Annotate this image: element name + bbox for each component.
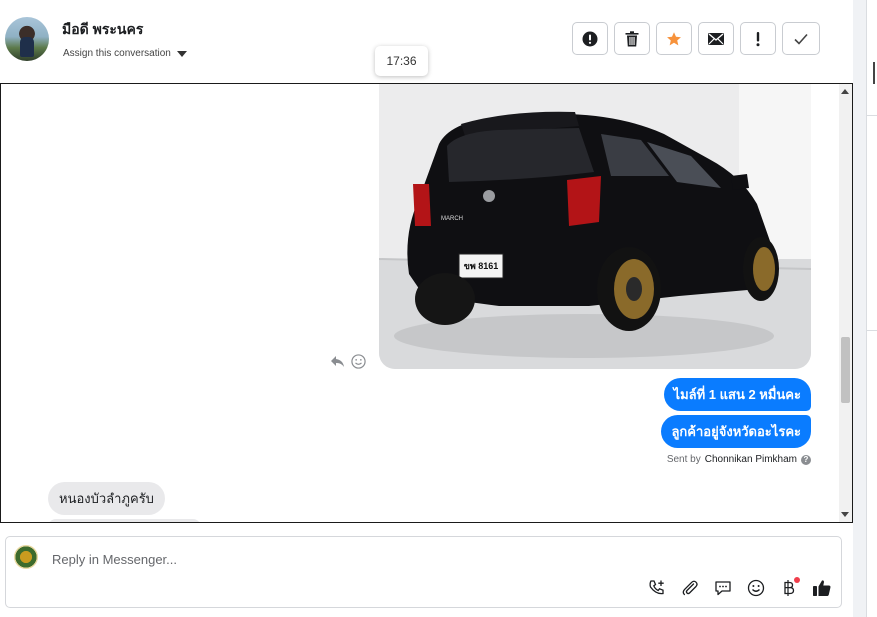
saved-reply-icon[interactable] bbox=[712, 577, 734, 599]
star-icon bbox=[667, 31, 681, 45]
reply-input[interactable] bbox=[50, 547, 814, 571]
message-timestamp-tooltip: 17:36 bbox=[375, 46, 428, 76]
mark-unread-button[interactable] bbox=[698, 22, 734, 55]
outgoing-message[interactable]: ลูกค้าอยู่จังหวัดอะไรคะ bbox=[661, 415, 811, 448]
follow-up-button[interactable] bbox=[740, 22, 776, 55]
page-logo-avatar bbox=[14, 545, 38, 569]
emoji-icon[interactable] bbox=[745, 577, 767, 599]
envelope-icon bbox=[708, 32, 724, 45]
composer-tools bbox=[646, 577, 833, 599]
mark-spam-button[interactable] bbox=[572, 22, 608, 55]
notification-dot bbox=[794, 577, 800, 583]
react-emoji-icon[interactable] bbox=[351, 354, 366, 369]
details-panel-edge bbox=[866, 0, 877, 617]
car-photo-attachment[interactable]: ขพ 8161 MARCH bbox=[379, 84, 811, 369]
exclamation-circle-icon bbox=[582, 31, 598, 46]
license-plate-text: ขพ 8161 bbox=[464, 261, 499, 271]
reply-icon[interactable] bbox=[330, 355, 345, 368]
car-badge-text: MARCH bbox=[441, 216, 463, 222]
attachment-icon[interactable] bbox=[679, 577, 701, 599]
delete-button[interactable] bbox=[614, 22, 650, 55]
scroll-up-arrow-icon[interactable] bbox=[841, 89, 849, 94]
mark-done-button[interactable] bbox=[782, 22, 820, 55]
photo-actions bbox=[330, 354, 366, 369]
contact-avatar[interactable] bbox=[5, 17, 49, 61]
sent-by-prefix: Sent by bbox=[666, 454, 701, 465]
message-thread[interactable]: ขพ 8161 MARCH ไมล์ที่ 1 แสน 2 หมื่นคะ ลู… bbox=[0, 83, 853, 523]
incoming-message[interactable]: หนองบัวลำภูครับ bbox=[48, 482, 165, 515]
sent-by-agent-name: Chonnikan Pimkham bbox=[704, 454, 797, 465]
star-button[interactable] bbox=[656, 22, 692, 55]
incoming-message-partial bbox=[48, 519, 201, 522]
conversation-actions bbox=[572, 22, 820, 55]
check-icon bbox=[794, 33, 808, 45]
scroll-down-arrow-icon[interactable] bbox=[841, 512, 849, 517]
assign-conversation-dropdown[interactable]: Assign this conversation bbox=[63, 48, 187, 59]
trash-icon bbox=[625, 30, 639, 46]
exclamation-icon bbox=[756, 31, 760, 46]
scrollbar-thumb[interactable] bbox=[841, 337, 850, 403]
help-icon[interactable]: ? bbox=[801, 454, 811, 465]
contact-name[interactable]: มือดี พระนคร bbox=[62, 19, 143, 41]
panel-cursor-mark bbox=[873, 62, 875, 84]
divider bbox=[866, 330, 877, 331]
baht-payment-icon[interactable] bbox=[778, 577, 800, 599]
sent-by-info: Sent by Chonnikan Pimkham ? bbox=[667, 454, 811, 465]
divider bbox=[866, 115, 877, 116]
car-photo-image: ขพ 8161 MARCH bbox=[379, 84, 811, 369]
thumbs-up-icon[interactable] bbox=[811, 577, 833, 599]
reply-composer bbox=[5, 536, 842, 608]
assign-label: Assign this conversation bbox=[63, 48, 171, 59]
add-call-icon[interactable] bbox=[646, 577, 668, 599]
outgoing-message[interactable]: ไมล์ที่ 1 แสน 2 หมื่นคะ bbox=[663, 378, 811, 411]
caret-down-icon bbox=[176, 50, 187, 57]
thread-scrollbar[interactable] bbox=[839, 84, 852, 522]
